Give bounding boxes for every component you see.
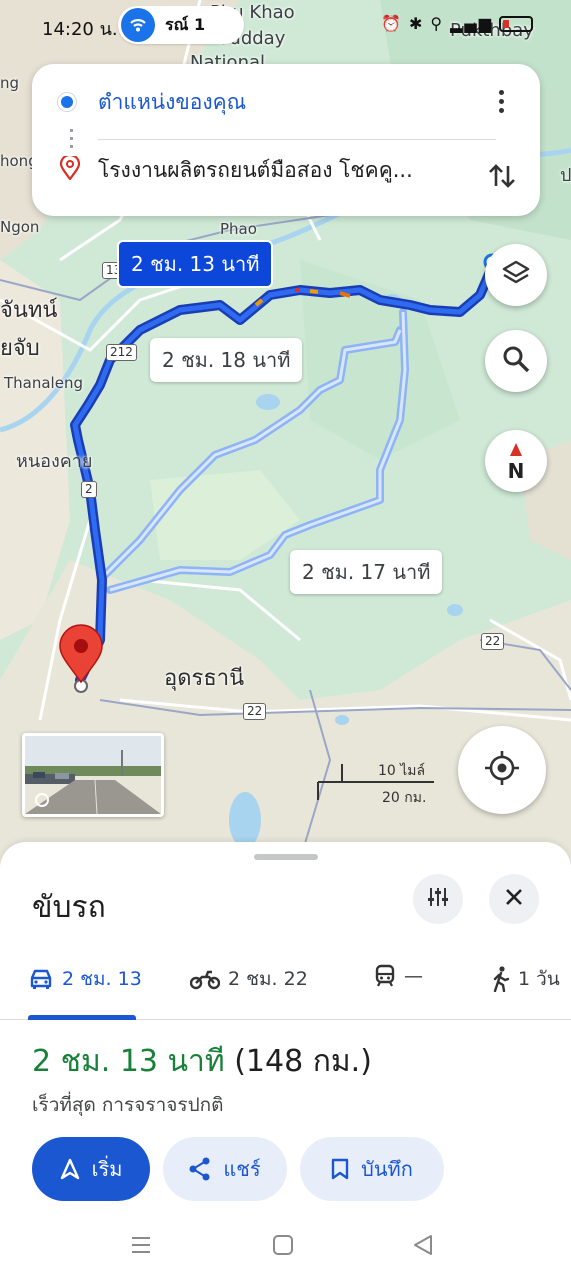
save-button[interactable]: บันทึก (300, 1137, 444, 1201)
selected-tab-indicator (28, 1015, 136, 1020)
layers-button[interactable] (485, 244, 547, 306)
train-icon (375, 964, 395, 987)
swap-directions-icon[interactable] (482, 156, 522, 196)
directions-bottom-sheet: ขับรถ 2 ชม. 13 2 ชม. 22 — 1 วัน 2 ชม. 13… (0, 842, 571, 1280)
street-view-thumbnail[interactable] (22, 733, 164, 817)
map-label-edge: ป (560, 165, 571, 186)
map-label-vientiane-2: ยจับ (0, 336, 40, 361)
map-label-thanaleng: Thanaleng (4, 374, 83, 392)
travel-mode-tabs: 2 ชม. 13 2 ชม. 22 — 1 วัน (0, 952, 571, 1020)
route-duration: 2 ชม. 13 นาที (32, 1044, 225, 1079)
search-icon (502, 345, 530, 377)
bookmark-icon (331, 1158, 349, 1180)
map-view[interactable]: Phu Khao Sudday National Pukthbay ng hon… (0, 0, 571, 870)
walk-icon (493, 966, 510, 992)
compass-button[interactable]: N (485, 430, 547, 492)
route-options-button[interactable] (413, 874, 463, 924)
back-icon[interactable] (412, 1234, 434, 1260)
close-icon (504, 887, 524, 911)
hotspot-pill[interactable]: รณ์ 1 (118, 6, 244, 44)
save-label: บันทึก (361, 1157, 413, 1181)
status-bar: 14:20 น. รณ์ 1 ⏰ ✱ ⚲ ▂▄▆ (0, 0, 571, 50)
tune-icon (426, 885, 450, 913)
map-label-ng: ng (0, 74, 20, 92)
route-label-alt-2[interactable]: 2 ชม. 17 นาที (290, 550, 443, 594)
share-label: แชร์ (223, 1157, 261, 1181)
motorcycle-icon (190, 970, 220, 990)
status-clock: 14:20 น. (42, 19, 118, 40)
compass-letter: N (507, 458, 525, 483)
route-label-alt-1[interactable]: 2 ชม. 18 นาที (150, 338, 303, 382)
search-along-route-button[interactable] (485, 330, 547, 392)
sheet-title: ขับรถ (32, 890, 106, 925)
tab-walk[interactable]: 1 วัน (492, 964, 560, 994)
start-label: เริ่ม (91, 1157, 123, 1181)
hotspot-text: รณ์ 1 (165, 14, 206, 34)
scale-km: 20 กม. (382, 790, 427, 806)
map-scale: 10 ไมล์ 20 กม. (316, 760, 436, 806)
alarm-icon: ⏰ (381, 14, 403, 33)
my-location-icon (483, 749, 521, 791)
place-pin-icon (59, 153, 81, 184)
tab-drive[interactable]: 2 ชม. 13 (28, 964, 142, 994)
bluetooth-icon: ✱ (408, 14, 425, 33)
map-label-ngon: Ngon (0, 218, 40, 236)
destination-field[interactable]: โรงงานผลิตรถยนต์มือสอง โชคคู... (32, 148, 472, 192)
status-icons: ⏰ ✱ ⚲ ▂▄▆ (381, 14, 533, 33)
tab-motorcycle[interactable]: 2 ชม. 22 (190, 964, 308, 994)
more-options-icon[interactable] (486, 84, 516, 118)
road-shield-22a: 22 (481, 633, 505, 650)
layers-icon (501, 258, 531, 292)
recent-apps-icon[interactable] (130, 1234, 152, 1260)
destination-text: โรงงานผลิตรถยนต์มือสอง โชคคู... (98, 157, 413, 182)
tab-drive-label: 2 ชม. 13 (62, 968, 142, 990)
scale-miles: 10 ไมล์ (378, 763, 426, 779)
start-navigation-button[interactable]: เริ่ม (32, 1137, 150, 1201)
car-icon (30, 969, 52, 989)
location-icon: ⚲ (430, 14, 445, 33)
directions-divider (98, 139, 496, 140)
tab-transit-label: — (404, 965, 423, 987)
compass-needle-icon (509, 442, 523, 461)
map-label-nongkhai: หนองคาย (16, 451, 93, 472)
map-label-phao: Phao (220, 220, 257, 238)
road-shield-212: 212 (106, 344, 137, 361)
sheet-drag-handle[interactable] (254, 854, 318, 860)
tab-walk-label: 1 วัน (518, 968, 560, 990)
hotspot-icon (121, 8, 155, 42)
route-distance: (148 กม.) (234, 1044, 372, 1079)
route-description: เร็วที่สุด การจราจรปกติ (32, 1094, 224, 1116)
my-location-button[interactable] (458, 726, 546, 814)
navigation-arrow-icon (60, 1158, 79, 1180)
tab-transit[interactable]: — (374, 964, 423, 988)
signal-icon: ▂▄▆ (450, 14, 493, 33)
system-navigation-bar (0, 1214, 571, 1280)
map-label-vientiane-1: จันทน์ (0, 298, 58, 323)
origin-text: ตำแหน่งของคุณ (98, 89, 247, 114)
battery-low-icon (499, 15, 533, 32)
home-icon[interactable] (272, 1234, 294, 1260)
road-shield-22b: 22 (243, 703, 267, 720)
route-label-selected[interactable]: 2 ชม. 13 นาที (117, 240, 274, 288)
map-label-udon: อุดรธานี (164, 666, 245, 691)
directions-card: ตำแหน่งของคุณ โรงงานผลิตรถยนต์มือสอง โชค… (32, 64, 540, 216)
share-button[interactable]: แชร์ (163, 1137, 287, 1201)
destination-pin-icon[interactable] (58, 624, 104, 694)
origin-field[interactable]: ตำแหน่งของคุณ (32, 72, 472, 132)
tab-motorcycle-label: 2 ชม. 22 (228, 968, 308, 990)
share-icon (189, 1157, 210, 1181)
road-shield-2: 2 (81, 481, 97, 498)
route-summary: 2 ชม. 13 นาที (148 กม.) (32, 1038, 372, 1085)
current-location-dot-icon (58, 93, 76, 111)
close-button[interactable] (489, 874, 539, 924)
